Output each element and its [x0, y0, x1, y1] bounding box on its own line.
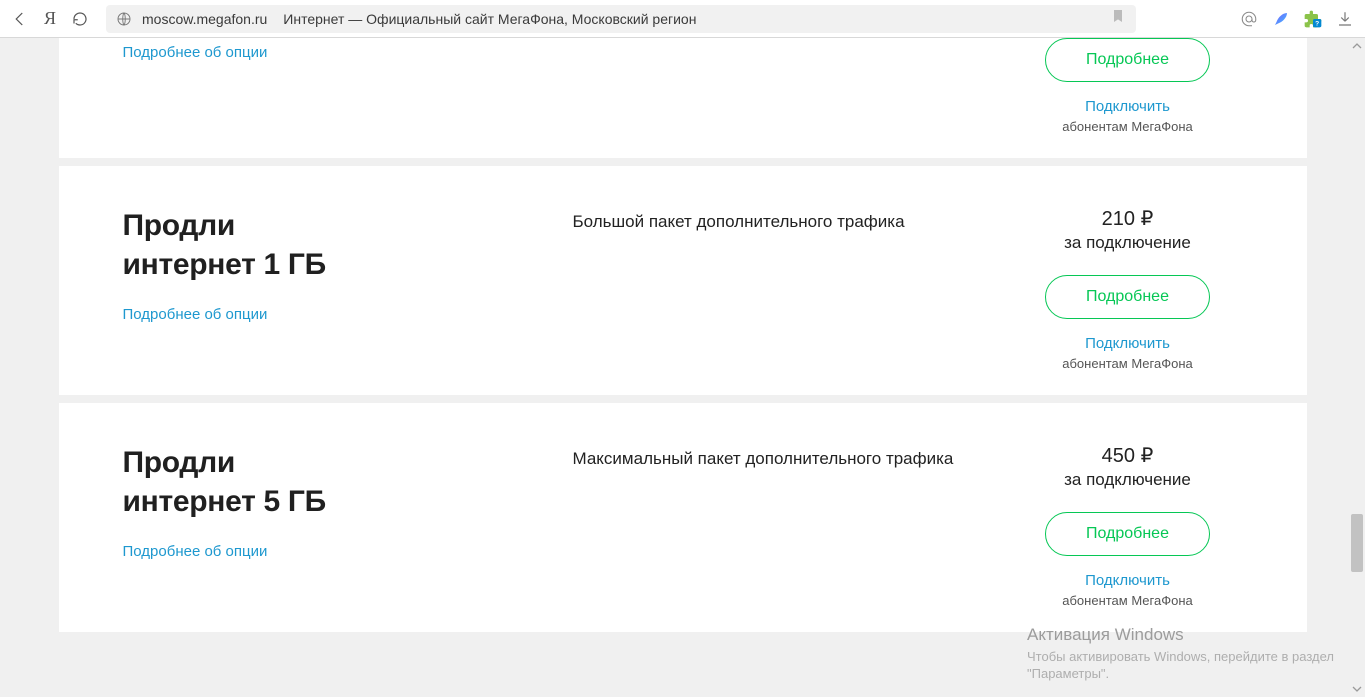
details-button[interactable]: Подробнее — [1045, 275, 1210, 319]
more-about-option-link[interactable]: Подробнее об опции — [123, 306, 268, 323]
address-title: Интернет — Официальный сайт МегаФона, Мо… — [283, 11, 696, 27]
back-button[interactable] — [10, 9, 30, 29]
subscriber-note: абонентам МегаФона — [1013, 593, 1243, 608]
at-extension-icon[interactable] — [1239, 9, 1259, 29]
reload-button[interactable] — [70, 9, 90, 29]
feather-extension-icon[interactable] — [1271, 9, 1291, 29]
connect-link[interactable]: Подключить — [1013, 335, 1243, 352]
price-subtitle: за подключение — [1013, 233, 1243, 253]
globe-icon — [116, 11, 132, 27]
puzzle-extension-icon[interactable]: ? — [1303, 9, 1323, 29]
tariff-title: Продли интернет 1 ГБ — [123, 206, 543, 284]
windows-activation-watermark: Активация Windows Чтобы активировать Win… — [1027, 624, 1347, 683]
tariff-description: Большой пакет дополнительного трафика — [573, 210, 983, 235]
subscriber-note: абонентам МегаФона — [1013, 119, 1243, 134]
download-icon[interactable] — [1335, 9, 1355, 29]
tariff-card-1gb: Продли интернет 1 ГБ Подробнее об опции … — [59, 166, 1307, 395]
tariff-title: Продли интернет 5 ГБ — [123, 443, 543, 521]
tariff-price: 210 ₽ — [1013, 206, 1243, 231]
yandex-logo-icon[interactable]: Я — [40, 9, 60, 29]
connect-link[interactable]: Подключить — [1013, 572, 1243, 589]
tariff-card-5gb: Продли интернет 5 ГБ Подробнее об опции … — [59, 403, 1307, 632]
tariff-price: 450 ₽ — [1013, 443, 1243, 468]
connect-link[interactable]: Подключить — [1013, 98, 1243, 115]
browser-toolbar: Я moscow.megafon.ru Интернет — Официальн… — [0, 0, 1365, 38]
subscriber-note: абонентам МегаФона — [1013, 356, 1243, 371]
scroll-down-arrow-icon[interactable] — [1349, 681, 1365, 697]
address-url: moscow.megafon.ru — [142, 11, 267, 27]
svg-text:?: ? — [1315, 20, 1319, 27]
more-about-option-link[interactable]: Подробнее об опции — [123, 543, 268, 560]
tariff-card-partial: Подробнее об опции Подробнее Подключить … — [59, 38, 1307, 158]
details-button[interactable]: Подробнее — [1045, 512, 1210, 556]
scroll-up-arrow-icon[interactable] — [1349, 38, 1365, 54]
more-about-option-link[interactable]: Подробнее об опции — [123, 44, 268, 61]
vertical-scrollbar[interactable] — [1349, 38, 1365, 697]
scrollbar-thumb[interactable] — [1351, 514, 1363, 572]
address-bar[interactable]: moscow.megafon.ru Интернет — Официальный… — [106, 5, 1136, 33]
details-button[interactable]: Подробнее — [1045, 38, 1210, 82]
scrollbar-track[interactable] — [1351, 54, 1363, 681]
price-subtitle: за подключение — [1013, 470, 1243, 490]
tariff-description: Максимальный пакет дополнительного трафи… — [573, 447, 983, 472]
bookmark-icon[interactable] — [1110, 8, 1126, 29]
page-viewport: Подробнее об опции Подробнее Подключить … — [0, 38, 1365, 697]
